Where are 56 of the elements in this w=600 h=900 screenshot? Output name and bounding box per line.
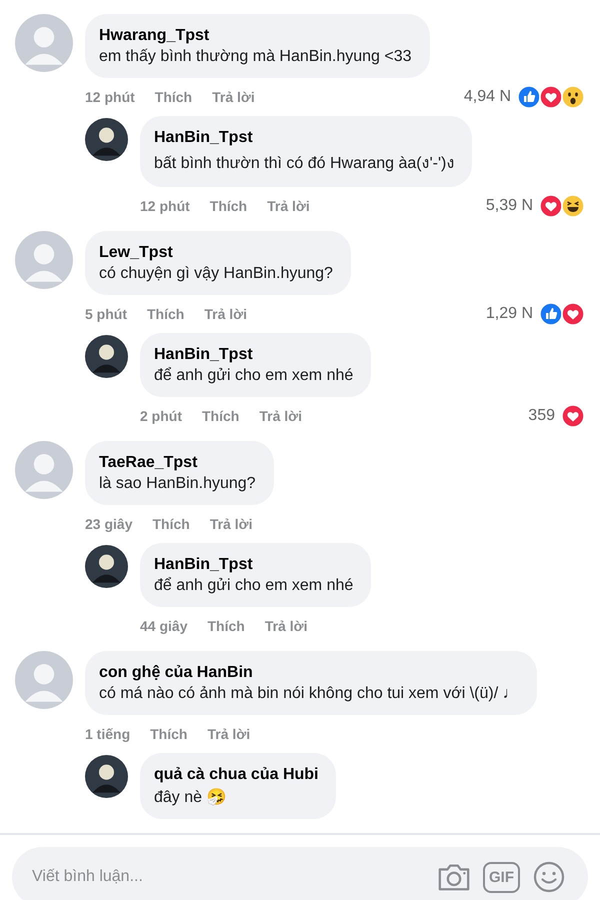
reply-link[interactable]: Trả lời <box>210 516 252 532</box>
like-link[interactable]: Thích <box>210 198 248 214</box>
comment-time: 1 tiếng <box>85 726 130 742</box>
author-name[interactable]: HanBin_Tpst <box>154 346 354 364</box>
heart-reaction-icon[interactable] <box>539 194 563 218</box>
author-name[interactable]: Hwarang_Tpst <box>99 27 412 45</box>
smiley-icon[interactable] <box>532 861 566 893</box>
gif-button[interactable]: GIF <box>483 862 520 892</box>
like-link[interactable]: Thích <box>150 726 188 742</box>
reaction-count: 5,39 N <box>486 197 533 215</box>
reply-link[interactable]: Trả lời <box>259 408 302 424</box>
comment-time: 12 phút <box>140 198 190 214</box>
like-link[interactable]: Thích <box>154 89 192 105</box>
reply-link[interactable]: Trả lời <box>264 618 308 634</box>
reaction-count: 1,29 N <box>486 305 533 323</box>
author-name[interactable]: quả cà chua của Hubi <box>154 766 318 784</box>
like-link[interactable]: Thích <box>147 306 184 322</box>
heart-reaction-icon[interactable] <box>561 404 585 428</box>
comment-text: để anh gửi cho em xem nhé <box>154 367 354 385</box>
heart-reaction-icon[interactable] <box>539 85 563 109</box>
avatar[interactable] <box>85 335 128 378</box>
comment-time: 5 phút <box>85 306 127 322</box>
author-name[interactable]: HanBin_Tpst <box>154 129 454 147</box>
like-reaction-icon[interactable] <box>539 302 563 326</box>
comment-time: 2 phút <box>140 408 182 424</box>
reply-link[interactable]: Trả lời <box>204 306 247 322</box>
comment-time: 12 phút <box>85 89 135 105</box>
author-name[interactable]: Lew_Tpst <box>99 244 333 262</box>
author-name[interactable]: HanBin_Tpst <box>154 556 354 574</box>
surprised-face-icon[interactable] <box>561 85 585 109</box>
reaction-count: 4,94 N <box>464 88 511 106</box>
comment-text: để anh gửi cho em xem nhé <box>154 577 354 595</box>
avatar[interactable] <box>85 118 128 161</box>
reaction-count: 359 <box>528 407 555 425</box>
comment-text: có chuyện gì vậy HanBin.hyung? <box>99 265 333 283</box>
avatar[interactable] <box>85 755 128 798</box>
comment-text: là sao HanBin.hyung? <box>99 475 256 493</box>
reply-link[interactable]: Trả lời <box>212 89 255 105</box>
comment-text: đây nè 🤧 <box>154 787 228 807</box>
comment-field[interactable]: Viết bình luận... GIF <box>12 847 588 900</box>
comment-text: em thấy bình thường mà HanBin.hyung <33 <box>99 48 412 66</box>
reply-link[interactable]: Trả lời <box>267 198 310 214</box>
comment-time: 23 giây <box>85 516 132 532</box>
heart-reaction-icon[interactable] <box>561 302 585 326</box>
laughing-face-icon[interactable] <box>561 194 585 218</box>
comment-time: 44 giây <box>140 618 188 634</box>
like-link[interactable]: Thích <box>207 618 245 634</box>
author-name[interactable]: con ghệ của HanBin <box>99 664 519 682</box>
comment-text: bất bình thườn thì có đó Hwarang àa(ง'-')ง <box>154 154 454 174</box>
like-link[interactable]: Thích <box>152 516 190 532</box>
like-link[interactable]: Thích <box>202 408 240 424</box>
comment-text: có má nào có ảnh mà bin nói không cho tui xem với \(ü)/ ♩ <box>99 685 519 703</box>
author-name[interactable]: TaeRae_Tpst <box>99 454 256 472</box>
reply-link[interactable]: Trả lời <box>207 726 250 742</box>
like-reaction-icon[interactable] <box>517 85 541 109</box>
avatar[interactable] <box>85 545 128 588</box>
